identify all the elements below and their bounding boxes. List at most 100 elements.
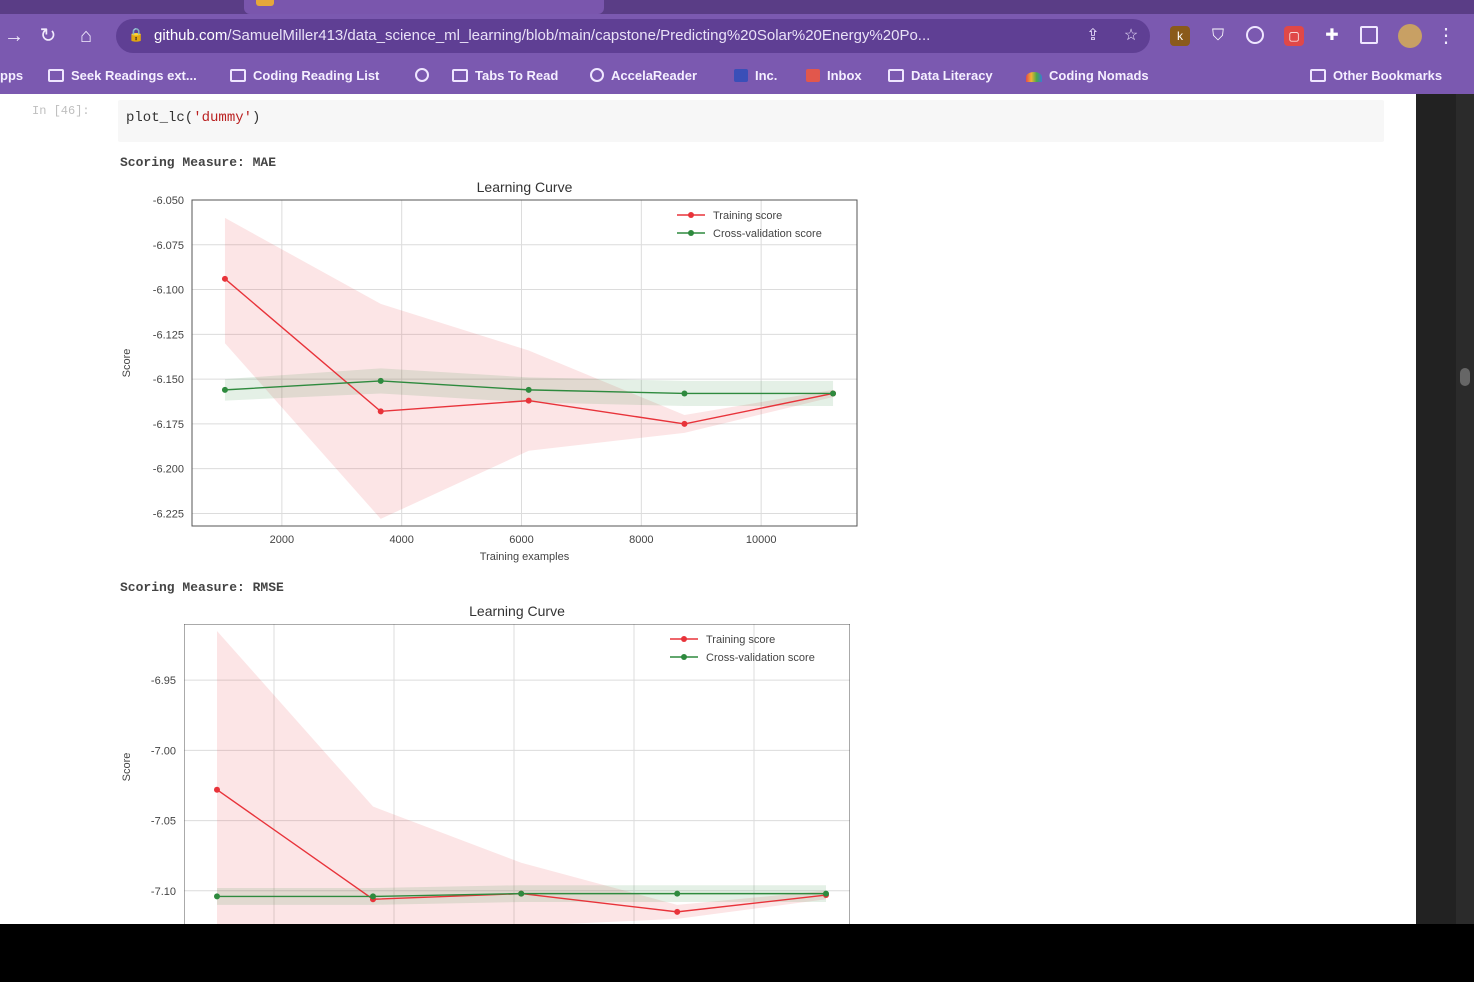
x-tick-label: 6000 xyxy=(509,534,533,546)
lock-icon: 🔒 xyxy=(128,27,145,42)
bookmark-label: Coding Reading List xyxy=(253,68,380,83)
output-label-mae: Scoring Measure: MAE xyxy=(120,155,277,170)
y-axis-label: Score xyxy=(121,349,133,378)
code-function: plot_lc( xyxy=(126,110,194,126)
address-bar[interactable]: 🔒 github.com/SamuelMiller413/data_scienc… xyxy=(116,19,1150,53)
puzzle-icon[interactable]: ✚ xyxy=(1322,26,1342,46)
y-tick-label: -6.125 xyxy=(153,329,184,341)
y-tick-label: -6.100 xyxy=(153,285,184,297)
browser-toolbar: → ↻ ⌂ 🔒 github.com/SamuelMiller413/data_… xyxy=(0,14,1474,58)
x-tick-label: 4000 xyxy=(389,534,413,546)
bookmark-tabs-to-read[interactable]: Tabs To Read xyxy=(452,67,558,85)
legend-marker xyxy=(681,654,687,660)
y-tick-label: -6.175 xyxy=(153,419,184,431)
folder-icon xyxy=(230,69,246,82)
x-tick-label: 2000 xyxy=(270,534,294,546)
bookmarks-bar: pps Seek Readings ext... Coding Reading … xyxy=(0,58,1474,94)
data-point xyxy=(377,377,384,384)
data-point xyxy=(214,786,220,793)
chart-title: Learning Curve xyxy=(469,603,565,619)
x-tick-label: 8000 xyxy=(629,534,653,546)
extension-red-icon[interactable]: ▢ xyxy=(1284,26,1304,46)
y-tick-label: -6.225 xyxy=(153,508,184,520)
url-path: /SamuelMiller413/data_science_ml_learnin… xyxy=(227,27,931,44)
bookmark-label: Coding Nomads xyxy=(1049,68,1149,83)
bookmark-label: Inbox xyxy=(827,68,862,83)
scrollbar-track[interactable] xyxy=(1456,94,1474,924)
tab-strip xyxy=(0,0,1474,14)
bookmark-coding-reading-list[interactable]: Coding Reading List xyxy=(230,67,379,85)
url-text[interactable]: github.com/SamuelMiller413/data_science_… xyxy=(154,27,1094,45)
confidence-band xyxy=(224,217,834,519)
desktop-background xyxy=(0,924,1474,982)
bookmark-label: Other Bookmarks xyxy=(1333,68,1443,83)
data-point xyxy=(681,420,688,427)
folder-icon xyxy=(48,69,64,82)
y-tick-label: -6.200 xyxy=(153,464,184,476)
bookmark-label: Seek Readings ext... xyxy=(71,68,197,83)
bookmark-seek-readings[interactable]: Seek Readings ext... xyxy=(48,67,197,85)
globe-icon xyxy=(415,68,429,82)
confidence-band xyxy=(217,631,826,924)
forward-icon[interactable]: → xyxy=(0,22,28,50)
code-cell[interactable]: plot_lc('dummy') xyxy=(118,100,1384,142)
data-point xyxy=(518,890,525,897)
bookmark-other-bookmarks[interactable]: Other Bookmarks xyxy=(1310,67,1442,85)
data-point xyxy=(674,908,681,915)
bookmark-inc[interactable]: Inc. xyxy=(734,67,777,85)
code-text[interactable]: plot_lc('dummy') xyxy=(126,110,260,126)
legend-label: Training score xyxy=(713,210,782,222)
reload-icon[interactable]: ↻ xyxy=(34,22,62,50)
bookmark-apps[interactable]: pps xyxy=(0,67,23,85)
y-tick-label: -7.00 xyxy=(151,745,176,757)
bookmark-label: Tabs To Read xyxy=(475,68,559,83)
legend-label: Cross-validation score xyxy=(706,652,815,664)
y-axis-label: Score xyxy=(121,753,133,782)
gmail-icon xyxy=(806,69,820,82)
bookmark-accelareader[interactable]: AccelaReader xyxy=(590,67,697,85)
legend-marker xyxy=(688,230,694,236)
scrollbar-thumb[interactable] xyxy=(1460,368,1470,386)
data-point xyxy=(370,893,376,900)
data-point xyxy=(681,390,688,397)
home-icon[interactable]: ⌂ xyxy=(72,22,100,50)
bookmark-label: Data Literacy xyxy=(911,68,993,83)
data-point xyxy=(221,275,228,282)
notebook-content[interactable]: In [46]: plot_lc('dummy') Scoring Measur… xyxy=(0,94,1416,924)
x-tick-label: 10000 xyxy=(746,534,777,546)
data-point xyxy=(525,397,532,404)
bookmark-inbox[interactable]: Inbox xyxy=(806,67,862,85)
output-label-rmse: Scoring Measure: RMSE xyxy=(120,580,284,595)
data-point xyxy=(823,890,829,897)
bookmark-globe[interactable] xyxy=(415,67,436,85)
bookmark-data-literacy[interactable]: Data Literacy xyxy=(888,67,993,85)
code-close-paren: ) xyxy=(252,110,261,126)
y-tick-label: -6.075 xyxy=(153,240,184,252)
bookmark-label: Inc. xyxy=(755,68,778,83)
dark-side-panel xyxy=(1416,94,1456,924)
bookmark-coding-nomads[interactable]: Coding Nomads xyxy=(1026,67,1149,85)
legend-label: Training score xyxy=(706,634,775,646)
active-tab[interactable] xyxy=(244,0,604,14)
folder-icon xyxy=(888,69,904,82)
data-point xyxy=(525,386,532,393)
learning-curve-chart-rmse: Learning Curve -6.95 -7.00 -7.05 -7.10 Score T… xyxy=(121,603,850,924)
data-point xyxy=(221,386,228,393)
cell-prompt: In [46]: xyxy=(32,104,90,118)
x-axis-label: Training examples xyxy=(480,551,570,563)
legend-label: Cross-validation score xyxy=(713,228,822,240)
extension-k-icon[interactable]: k xyxy=(1170,26,1190,46)
sidebar-icon[interactable] xyxy=(1360,26,1378,44)
share-icon[interactable]: ⇪ xyxy=(1084,27,1102,45)
menu-icon[interactable]: ⋮ xyxy=(1432,22,1460,50)
data-point xyxy=(377,408,384,415)
globe-icon xyxy=(590,68,604,82)
url-host: github.com xyxy=(154,27,228,44)
y-tick-label: -6.95 xyxy=(151,675,176,687)
avatar[interactable] xyxy=(1398,24,1422,48)
folder-icon xyxy=(1310,69,1326,82)
legend-marker xyxy=(688,212,694,218)
shield-icon[interactable]: ⛉ xyxy=(1208,26,1228,46)
star-icon[interactable]: ☆ xyxy=(1122,27,1140,45)
extension-circle-icon[interactable] xyxy=(1246,26,1264,44)
